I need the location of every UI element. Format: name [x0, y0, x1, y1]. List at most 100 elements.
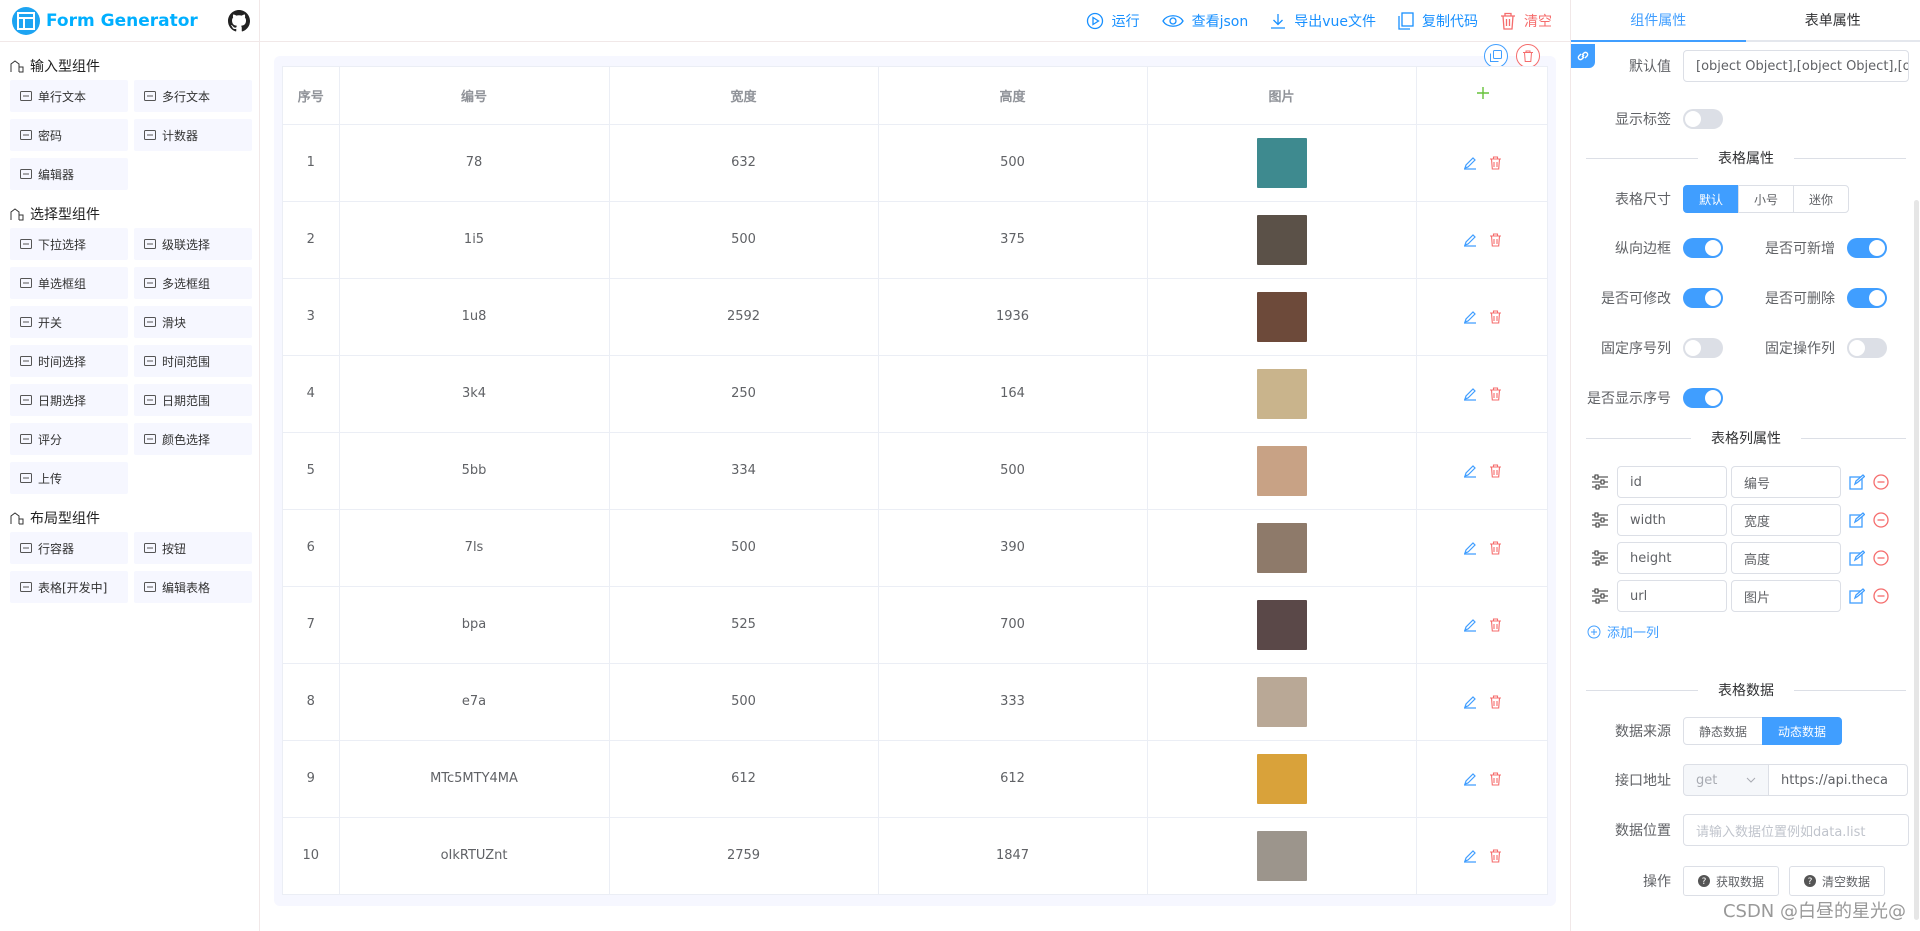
minus-circle-icon[interactable]: [1873, 550, 1889, 566]
clear-data-button[interactable]: ? 清空数据: [1789, 866, 1886, 896]
add-column-row: 添加一列: [1587, 622, 1659, 641]
minus-circle-icon[interactable]: [1873, 512, 1889, 528]
column-label-input[interactable]: 编号: [1731, 466, 1841, 498]
edit-icon[interactable]: [1463, 849, 1477, 863]
component-item[interactable]: 计数器: [134, 119, 252, 151]
edit-icon[interactable]: [1463, 310, 1477, 324]
tab-component-props[interactable]: 组件属性: [1571, 0, 1746, 42]
edit-icon[interactable]: [1849, 550, 1865, 566]
view-json-button[interactable]: 查看json: [1161, 11, 1248, 31]
component-grid: 下拉选择 级联选择 单选框组 多选框组 开关 滑块 时间选择 时间范围 日期选择 日期范围 评分 颜色…: [0, 228, 259, 494]
component-item[interactable]: 多行文本: [134, 80, 252, 112]
edit-icon[interactable]: [1463, 464, 1477, 478]
export-vue-button[interactable]: 导出vue文件: [1270, 11, 1376, 31]
column-prop-input[interactable]: url: [1617, 580, 1727, 612]
component-item[interactable]: 级联选择: [134, 228, 252, 260]
show-label-switch[interactable]: [1683, 109, 1723, 129]
component-item[interactable]: 时间范围: [134, 345, 252, 377]
trash-icon[interactable]: [1489, 848, 1502, 863]
edit-icon[interactable]: [1463, 541, 1477, 555]
border-switch[interactable]: [1683, 238, 1723, 258]
component-item[interactable]: 上传: [10, 462, 128, 494]
source-static[interactable]: 静态数据: [1683, 717, 1764, 745]
component-item[interactable]: 编辑器: [10, 158, 128, 190]
column-prop-input[interactable]: width: [1617, 504, 1727, 536]
fix-ops-switch[interactable]: [1847, 338, 1887, 358]
column-label-input[interactable]: 宽度: [1731, 504, 1841, 536]
size-mini[interactable]: 迷你: [1793, 185, 1850, 213]
component-item[interactable]: 单选框组: [10, 267, 128, 299]
component-item[interactable]: 颜色选择: [134, 423, 252, 455]
component-item[interactable]: 编辑表格: [134, 571, 252, 603]
fix-index-switch[interactable]: [1683, 338, 1723, 358]
add-column-button[interactable]: 添加一列: [1587, 622, 1659, 641]
edit-icon[interactable]: [1849, 474, 1865, 490]
cell-image: [1147, 355, 1417, 433]
minus-circle-icon[interactable]: [1873, 474, 1889, 490]
component-item[interactable]: 表格[开发中]: [10, 571, 128, 603]
can-add-switch[interactable]: [1847, 238, 1887, 258]
edit-icon[interactable]: [1849, 588, 1865, 604]
panel-scrollbar[interactable]: [1914, 200, 1919, 920]
column-prop-input[interactable]: height: [1617, 542, 1727, 574]
cell-actions: [1416, 278, 1547, 356]
trash-icon[interactable]: [1489, 155, 1502, 170]
component-item[interactable]: 日期选择: [10, 384, 128, 416]
minus-circle-icon[interactable]: [1873, 588, 1889, 604]
column-label-input[interactable]: 图片: [1731, 580, 1841, 612]
component-item[interactable]: 滑块: [134, 306, 252, 338]
drag-handle-icon[interactable]: [1591, 588, 1609, 604]
trash-icon[interactable]: [1489, 694, 1502, 709]
run-button[interactable]: 运行: [1086, 11, 1140, 31]
edit-icon[interactable]: [1463, 772, 1477, 786]
api-url-input[interactable]: https://api.theca: [1768, 764, 1908, 796]
edit-icon[interactable]: [1463, 233, 1477, 247]
cell-width: 334: [609, 432, 879, 510]
size-small[interactable]: 小号: [1738, 185, 1795, 213]
column-prop-input[interactable]: id: [1617, 466, 1727, 498]
github-icon[interactable]: [227, 9, 250, 32]
copy-code-button[interactable]: 复制代码: [1398, 11, 1478, 31]
component-item[interactable]: 时间选择: [10, 345, 128, 377]
data-path-input[interactable]: 请输入数据位置例如data.list: [1683, 814, 1909, 846]
delete-component-button[interactable]: [1516, 44, 1540, 68]
component-item[interactable]: 多选框组: [134, 267, 252, 299]
trash-icon[interactable]: [1489, 309, 1502, 324]
drag-handle-icon[interactable]: [1591, 474, 1609, 490]
method-select[interactable]: get: [1683, 764, 1769, 796]
component-item[interactable]: 行容器: [10, 532, 128, 564]
tab-form-props[interactable]: 表单属性: [1746, 0, 1920, 40]
trash-icon[interactable]: [1489, 540, 1502, 555]
edit-icon[interactable]: [1463, 387, 1477, 401]
drag-handle-icon[interactable]: [1591, 512, 1609, 528]
component-item[interactable]: 开关: [10, 306, 128, 338]
edit-icon[interactable]: [1463, 156, 1477, 170]
edit-icon[interactable]: [1463, 618, 1477, 632]
component-item[interactable]: 密码: [10, 119, 128, 151]
edit-icon[interactable]: [1849, 512, 1865, 528]
trash-icon[interactable]: [1489, 617, 1502, 632]
trash-icon[interactable]: [1489, 771, 1502, 786]
trash-icon[interactable]: [1489, 232, 1502, 247]
size-default[interactable]: 默认: [1683, 185, 1740, 213]
can-delete-switch[interactable]: [1847, 288, 1887, 308]
play-circle-icon: [1086, 12, 1103, 29]
default-value-input[interactable]: [object Object],[object Object],[ob: [1683, 50, 1909, 82]
component-item[interactable]: 日期范围: [134, 384, 252, 416]
can-edit-switch[interactable]: [1683, 288, 1723, 308]
plus-icon[interactable]: [1476, 86, 1490, 100]
edit-icon[interactable]: [1463, 695, 1477, 709]
trash-icon[interactable]: [1489, 386, 1502, 401]
source-dynamic[interactable]: 动态数据: [1762, 717, 1843, 745]
component-item[interactable]: 按钮: [134, 532, 252, 564]
clear-button[interactable]: 清空: [1500, 11, 1552, 31]
trash-icon[interactable]: [1489, 463, 1502, 478]
drag-handle-icon[interactable]: [1591, 550, 1609, 566]
copy-component-button[interactable]: [1484, 44, 1508, 68]
show-index-switch[interactable]: [1683, 388, 1723, 408]
component-item[interactable]: 下拉选择: [10, 228, 128, 260]
column-label-input[interactable]: 高度: [1731, 542, 1841, 574]
fetch-data-button[interactable]: ? 获取数据: [1683, 866, 1780, 896]
component-item[interactable]: 评分: [10, 423, 128, 455]
component-item[interactable]: 单行文本: [10, 80, 128, 112]
